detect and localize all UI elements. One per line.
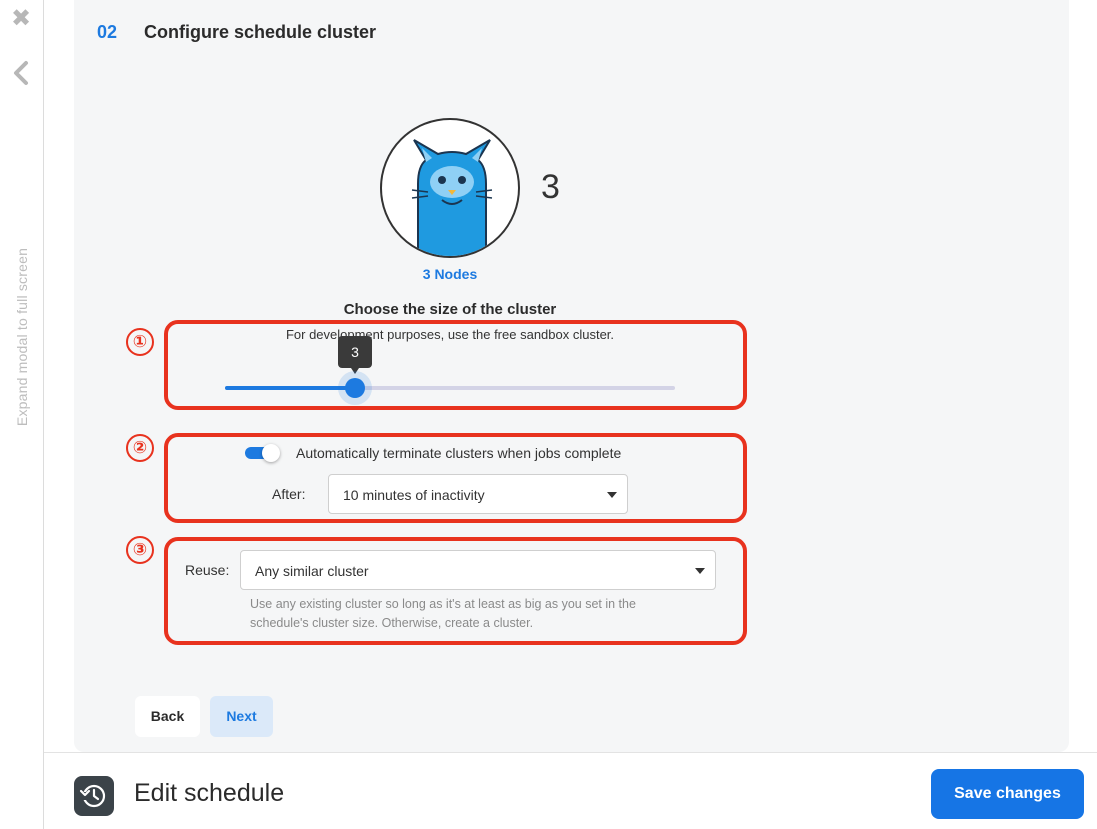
reuse-select[interactable]: Any similar cluster [240, 550, 716, 590]
auto-terminate-label: Automatically terminate clusters when jo… [296, 445, 622, 461]
inactivity-select[interactable]: 10 minutes of inactivity [328, 474, 628, 514]
annotation-number-1: ① [126, 328, 154, 356]
chevron-left-icon[interactable] [10, 60, 32, 86]
reuse-select-value: Any similar cluster [255, 563, 369, 579]
step-title: Configure schedule cluster [144, 22, 377, 42]
after-label: After: [272, 486, 306, 502]
node-label: 3 Nodes [422, 266, 478, 282]
save-changes-button[interactable]: Save changes [931, 769, 1084, 819]
history-icon [74, 776, 114, 816]
cluster-size-title: Choose the size of the cluster [343, 301, 557, 318]
slider-thumb[interactable] [345, 378, 365, 398]
cluster-size-slider[interactable] [225, 371, 675, 405]
annotation-number-2: ② [126, 434, 154, 462]
modal-footer: Edit schedule Save changes [44, 752, 1097, 829]
reuse-help-text: Use any existing cluster so long as it's… [250, 597, 636, 630]
auto-terminate-toggle[interactable] [245, 444, 283, 462]
cat-mascot-icon [380, 118, 520, 258]
reuse-label: Reuse: [185, 562, 230, 578]
footer-title: Edit schedule [134, 779, 285, 807]
toggle-knob [262, 444, 280, 462]
back-button[interactable]: Back [135, 696, 200, 737]
expand-modal-label: Expand modal to full screen [14, 247, 30, 427]
expand-modal-button[interactable]: Expand modal to full screen [8, 232, 36, 442]
inactivity-select-value: 10 minutes of inactivity [343, 487, 485, 503]
step-number: 02 [97, 22, 118, 42]
node-count: 3 [541, 168, 560, 206]
left-rail: ✖ Expand modal to full screen [0, 0, 44, 829]
caret-down-icon [695, 568, 705, 574]
close-icon[interactable]: ✖ [10, 7, 32, 31]
caret-down-icon [607, 492, 617, 498]
slider-value-tooltip: 3 [338, 336, 372, 374]
slider-fill [225, 386, 355, 390]
annotation-number-3: ③ [126, 536, 154, 564]
step-card: 02 Configure schedule cluster 3 3 Nodes … [74, 0, 1069, 752]
next-button[interactable]: Next [210, 696, 273, 737]
